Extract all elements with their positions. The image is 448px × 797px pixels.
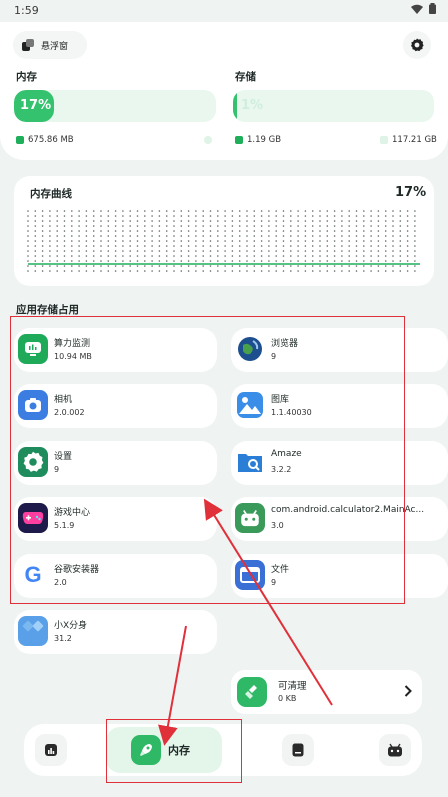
storage-label: 存储 — [235, 71, 256, 83]
broom-icon — [237, 677, 267, 707]
memory-curve-chart — [27, 210, 420, 272]
apps-section-title: 应用存储占用 — [16, 304, 79, 316]
nav-monitor-button[interactable] — [35, 734, 67, 766]
android-icon — [388, 743, 402, 757]
used-dot — [235, 136, 243, 144]
nav-android-button[interactable] — [379, 734, 411, 766]
storage-used-legend: 1.19 GB — [235, 135, 281, 145]
storage-total: 117.21 GB — [392, 135, 437, 145]
total-dot — [380, 136, 388, 144]
memory-bar-fill: 17% — [14, 90, 55, 122]
storage-used: 1.19 GB — [247, 135, 282, 145]
nav-storage-button[interactable] — [282, 734, 314, 766]
float-window-label: 悬浮窗 — [41, 41, 69, 52]
memory-free-dot — [204, 136, 212, 144]
storage-bar-fill — [233, 90, 238, 122]
storage-total-legend: 117.21 GB — [380, 135, 437, 145]
storage-icon — [292, 743, 304, 757]
cleanable-value: 0 KB — [278, 694, 297, 703]
wifi-icon — [411, 4, 423, 14]
chevron-right-icon — [404, 685, 412, 697]
annotation-highlight-box — [10, 316, 405, 604]
memory-curve-percent: 17% — [395, 185, 427, 200]
memory-used: 675.86 MB — [28, 135, 74, 145]
memory-label: 内存 — [16, 71, 37, 83]
status-time: 1:59 — [14, 4, 39, 17]
memory-curve-card — [14, 176, 434, 286]
battery-icon — [429, 3, 436, 14]
settings-button[interactable] — [403, 31, 431, 59]
memory-used-legend: 675.86 MB — [16, 135, 74, 145]
float-window-icon — [22, 39, 34, 51]
clone-icon — [18, 616, 48, 646]
annotation-nav-box — [106, 719, 242, 783]
bar-chart-icon — [45, 744, 57, 756]
storage-percent: 1% — [241, 98, 264, 113]
cleanable-label: 可清理 — [278, 681, 307, 692]
app-size: 31.2 — [54, 634, 72, 643]
used-dot — [16, 136, 24, 144]
memory-bar: 17% — [14, 90, 216, 122]
storage-bar: 1% — [233, 90, 434, 122]
app-item[interactable]: 小X分身 31.2 — [14, 610, 217, 654]
memory-percent: 17% — [20, 98, 52, 113]
status-bar: 1:59 — [0, 0, 448, 22]
status-icons — [411, 3, 436, 14]
cleanable-card[interactable]: 可清理 0 KB — [231, 670, 422, 714]
float-window-button[interactable]: 悬浮窗 — [13, 31, 87, 59]
memory-curve-title: 内存曲线 — [30, 188, 72, 200]
gear-icon — [411, 38, 424, 52]
app-name: 小X分身 — [54, 621, 88, 631]
